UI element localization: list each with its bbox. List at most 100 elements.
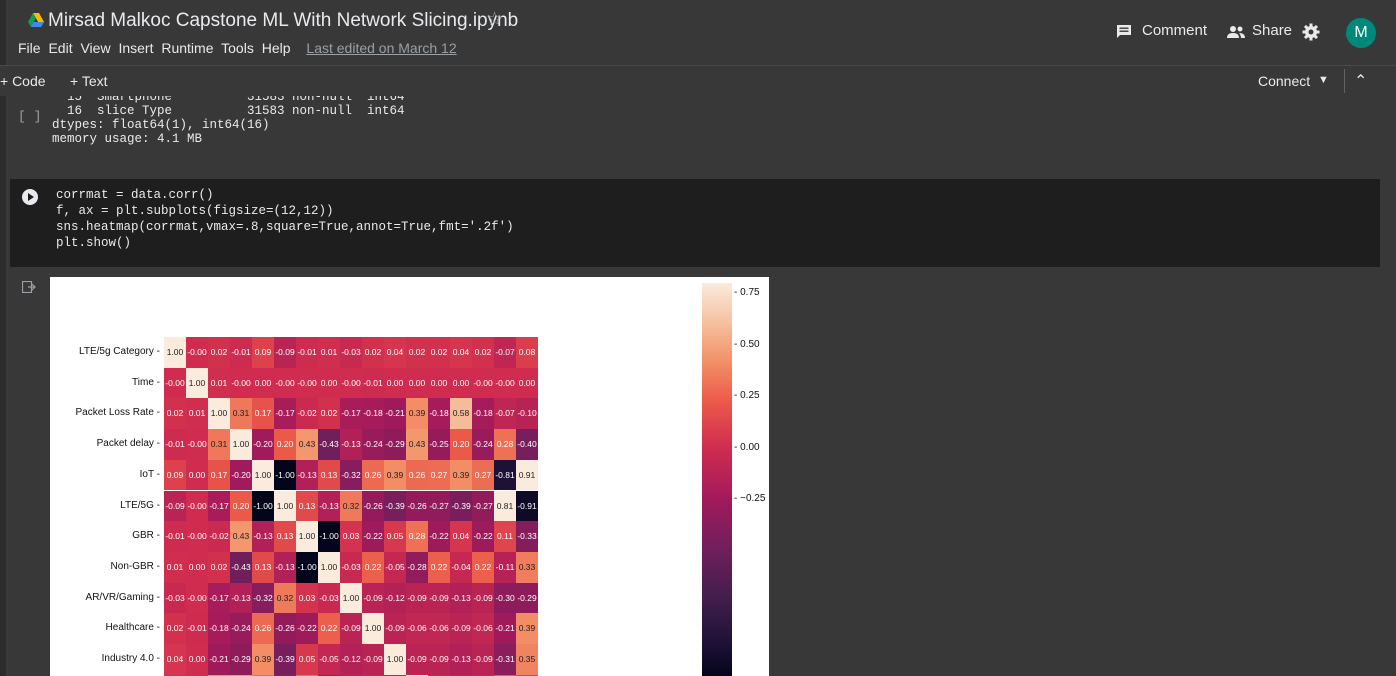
code-cell[interactable]: corrmat = data.corr() f, ax = plt.subplot… [10,179,1380,267]
heatmap-cell: 0.04 [450,337,472,368]
google-drive-icon [28,13,44,27]
heatmap-cell: 0.13 [318,459,340,491]
heatmap-cell: -0.00 [186,582,208,614]
heatmap-cell: 0.08 [516,337,538,368]
heatmap-cell: 0.31 [208,429,230,460]
cell-run-bracket[interactable]: [ ] [18,109,41,124]
chevron-up-icon[interactable]: ⌃ [1354,71,1367,91]
menu-edit[interactable]: Edit [48,40,72,56]
heatmap-cell: -0.43 [318,429,340,460]
output-icon[interactable] [22,281,36,293]
heatmap-cell: -1.00 [318,521,340,552]
star-icon[interactable]: ☆ [486,8,503,31]
heatmap-cell: -0.18 [428,398,450,430]
menu-view[interactable]: View [80,40,110,56]
notebook-toolbar: + Code + Text Connect ▼ ⌃ [0,65,1396,96]
notebook-title[interactable]: Mirsad Malkoc Capstone ML With Network S… [48,10,518,32]
heatmap-cell: -0.27 [428,490,450,522]
code-line: plt.show() [56,236,132,250]
heatmap-cell: -0.09 [428,644,450,675]
heatmap-cell: -0.05 [318,644,340,675]
code-line: corrmat = data.corr() [56,188,214,202]
heatmap-cell: 0.00 [186,459,208,491]
heatmap-row-label: Time - [132,376,160,388]
chevron-down-icon[interactable]: ▼ [1318,74,1329,86]
heatmap-cell: 0.43 [296,429,318,460]
heatmap-row-label: Non-GBR - [110,560,160,572]
heatmap-cell: -0.05 [384,551,406,583]
gear-icon[interactable] [1302,23,1320,41]
heatmap-cell: -0.03 [340,337,362,368]
heatmap-cell: 1.00 [186,367,208,399]
menu-tools[interactable]: Tools [221,40,254,56]
heatmap-cell: -0.03 [340,551,362,583]
comment-button[interactable]: Comment [1142,22,1207,39]
run-cell-icon[interactable] [22,189,38,205]
heatmap-cell: 0.39 [516,613,538,644]
heatmap-cell: 0.00 [516,367,538,399]
heatmap-row-label: Packet Loss Rate - [75,407,160,419]
heatmap-cell: -0.17 [208,490,230,522]
heatmap-cell: -0.12 [384,582,406,614]
heatmap-cell: -0.00 [340,367,362,399]
code-editor[interactable]: corrmat = data.corr() f, ax = plt.subplot… [56,187,514,251]
heatmap-cell: -0.39 [274,644,296,675]
heatmap-cell: -0.20 [252,429,274,460]
heatmap-cell: -0.00 [230,367,252,399]
heatmap-cell: -0.01 [362,367,384,399]
heatmap-cell: 1.00 [340,582,362,614]
share-button[interactable]: Share [1252,22,1292,39]
avatar[interactable]: M [1346,18,1376,48]
heatmap-cell: -0.22 [362,521,384,552]
heatmap-cell: 1.00 [164,337,186,368]
heatmap-cell: 0.00 [406,367,428,399]
heatmap-cell: -0.11 [494,551,516,583]
menu-help[interactable]: Help [262,40,291,56]
heatmap-cell: -0.22 [472,521,494,552]
colorbar-tick-label: - 0.00 [734,441,760,453]
add-code-button[interactable]: + Code [0,73,46,89]
heatmap-row-label: IoT - [139,468,160,480]
heatmap-cell: 0.32 [340,490,362,522]
heatmap-row-label: LTE/5g Category - [79,346,160,357]
heatmap-cell: 1.00 [252,459,274,491]
heatmap-cell: -0.01 [164,521,186,552]
add-text-button[interactable]: + Text [70,73,108,89]
heatmap-cell: 0.03 [340,521,362,552]
heatmap-cell: -0.91 [516,490,538,522]
heatmap-cell: -0.13 [340,429,362,460]
colorbar [702,283,732,676]
heatmap-cell: 1.00 [230,429,252,460]
heatmap-cell: -0.18 [362,398,384,430]
heatmap-cell: 1.00 [384,644,406,675]
heatmap-row-label: AR/VR/Gaming - [85,591,160,603]
heatmap-cell: -0.04 [450,551,472,583]
heatmap-cell: 0.20 [230,490,252,522]
menu-runtime[interactable]: Runtime [161,40,213,56]
heatmap-cell: 0.02 [318,398,340,430]
heatmap-cell: -0.00 [494,367,516,399]
colorbar-tick-label: - 0.50 [734,338,760,350]
heatmap-cell: 0.17 [252,398,274,430]
people-icon [1227,26,1245,38]
heatmap-cell: 0.01 [318,337,340,368]
heatmap-cell: 0.58 [450,398,472,430]
heatmap-cell: 0.13 [252,551,274,583]
heatmap-cell: 0.31 [230,398,252,430]
connect-button[interactable]: Connect [1258,73,1310,89]
heatmap-cell: 0.27 [472,459,494,491]
heatmap-cell: 0.91 [516,459,538,491]
heatmap-cell: -0.12 [340,644,362,675]
heatmap-cell: -0.00 [186,337,208,368]
heatmap-cell: 0.09 [164,459,186,491]
menu-insert[interactable]: Insert [118,40,153,56]
heatmap-cell: 0.02 [362,337,384,368]
heatmap-cell: -0.09 [340,613,362,644]
heatmap-cell: -0.20 [230,459,252,491]
heatmap-cell: 0.01 [164,551,186,583]
heatmap-row-label: Healthcare - [105,622,160,634]
menu-file[interactable]: File [18,40,41,56]
colorbar-tick-label: - 0.75 [734,287,760,299]
last-edited-link[interactable]: Last edited on March 12 [306,40,456,56]
heatmap-cell: -0.33 [516,521,538,552]
